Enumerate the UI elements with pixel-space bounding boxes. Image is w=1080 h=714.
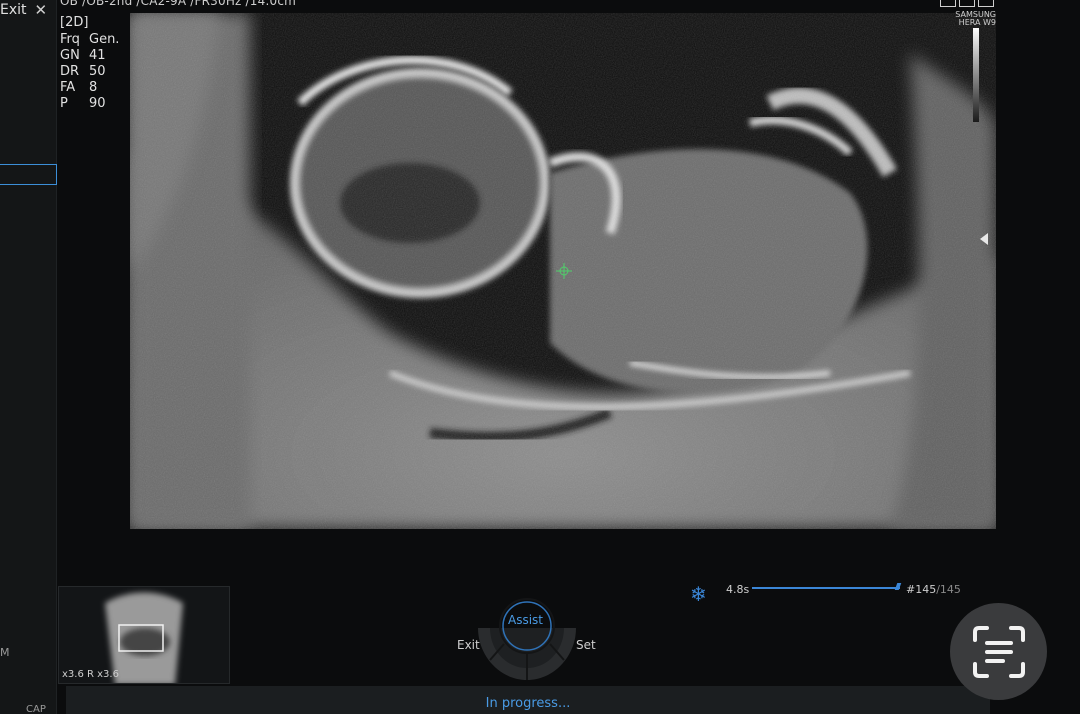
close-icon[interactable]: ✕ [35, 1, 48, 19]
cine-progress-thumb[interactable] [894, 583, 902, 590]
status-icon [978, 0, 994, 7]
exam-info-line: OB /OB-2nd /CA2-9A /FR30Hz /14.0cm [60, 0, 297, 8]
dial-exit-label[interactable]: Exit [457, 638, 480, 652]
sidebar-label-m: M [0, 646, 10, 659]
status-icon [940, 0, 956, 7]
param-row: Frq Gen. [60, 32, 120, 47]
left-sidebar: Exit ✕ M CAP [0, 0, 57, 714]
exit-button[interactable]: Exit ✕ [0, 1, 47, 19]
param-row: DR 50 [60, 64, 106, 79]
sidebar-label-cap: CAP [26, 704, 46, 714]
scan-text-button[interactable] [950, 603, 1047, 700]
param-row: FA 8 [60, 80, 98, 95]
imaging-parameters: [2D] Frq Gen. GN 41 DR 50 FA 8 P 90 [60, 15, 119, 112]
snowflake-icon[interactable]: ❄ [690, 583, 707, 605]
assist-dial[interactable] [476, 598, 578, 682]
cine-progress-track[interactable] [752, 587, 900, 589]
thumbnail-zoom-label: x3.6 R x3.6 [62, 669, 119, 680]
status-icon [959, 0, 975, 7]
param-row: P 90 [60, 96, 106, 111]
dial-icon [478, 598, 576, 680]
focus-marker-icon[interactable] [980, 233, 988, 245]
ultrasound-image[interactable] [130, 13, 996, 529]
vendor-status-icons [940, 0, 994, 7]
vendor-model: HERA W9 [958, 18, 996, 27]
status-text: In progress... [485, 696, 571, 711]
vendor-logo: SAMSUNG HERA W9 [944, 11, 996, 27]
cine-frame-counter: #145/145 [906, 583, 961, 596]
assist-label[interactable]: Assist [508, 613, 543, 627]
exit-label: Exit [0, 2, 27, 18]
dial-set-label[interactable]: Set [576, 638, 596, 652]
cine-time: 4.8s [726, 583, 750, 596]
sidebar-selection-box[interactable] [0, 164, 57, 185]
grayscale-bar [973, 28, 979, 122]
scan-text-icon [972, 625, 1025, 678]
ultrasound-render [130, 13, 996, 529]
status-bar: In progress... [66, 686, 990, 714]
mode-label: [2D] [60, 15, 89, 30]
param-row: GN 41 [60, 48, 106, 63]
